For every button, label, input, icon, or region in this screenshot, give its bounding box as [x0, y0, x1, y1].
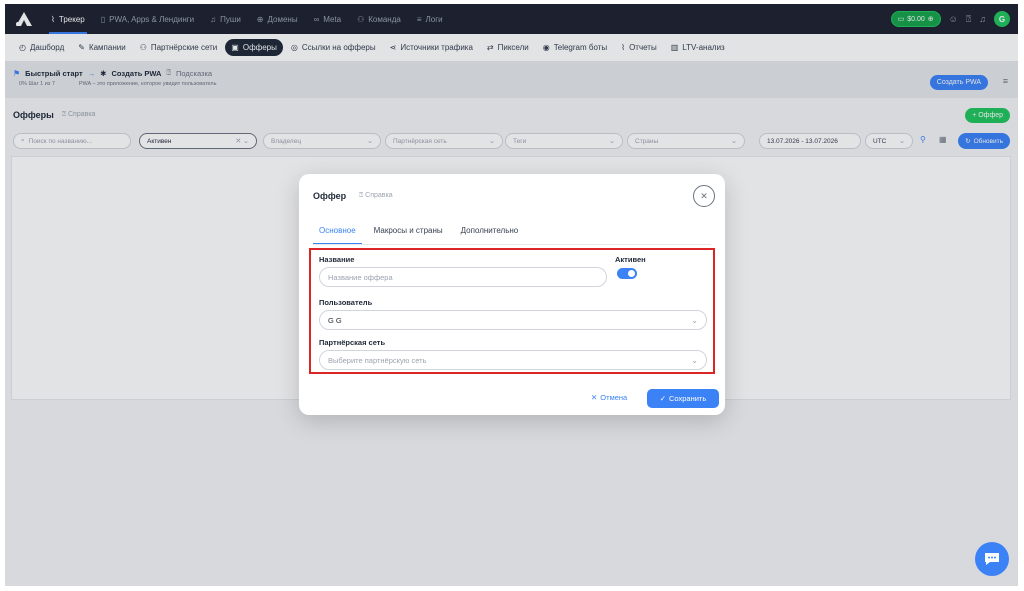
network-select[interactable]: Выберите партнёрскую сеть ⌄ [319, 350, 707, 370]
user-select[interactable]: G G ⌄ [319, 310, 707, 330]
offer-modal: Оффер ⍰ Справка ✕ Основное Макросы и стр… [299, 174, 725, 415]
check-icon: ✓ [659, 394, 666, 403]
active-toggle[interactable] [617, 268, 637, 279]
close-icon: ✕ [591, 393, 598, 402]
modal-title: Оффер [313, 191, 347, 201]
modal-help-link[interactable]: ⍰ Справка [359, 192, 393, 200]
chat-icon [985, 553, 999, 565]
modal-tabs: Основное Макросы и страны Дополнительно [313, 222, 530, 245]
chat-support-button[interactable] [975, 542, 1009, 576]
user-label: Пользователь [319, 298, 373, 307]
tab-main[interactable]: Основное [313, 222, 362, 245]
tab-divider [313, 244, 711, 245]
offer-name-input[interactable]: Название оффера [319, 267, 607, 287]
save-button[interactable]: ✓ Сохранить [647, 389, 719, 408]
tab-macros-countries[interactable]: Макросы и страны [368, 222, 449, 245]
close-icon[interactable]: ✕ [693, 185, 715, 207]
active-label: Активен [615, 255, 646, 264]
network-label: Партнёрская сеть [319, 338, 386, 347]
app-frame: ⌇ Трекер ▯ PWA, Apps & Лендинги ♫ Пуши ⊕ Домены… [5, 4, 1018, 586]
chevron-down-icon: ⌄ [691, 355, 698, 365]
name-label: Название [319, 255, 355, 264]
tab-additional[interactable]: Дополнительно [455, 222, 525, 245]
chevron-down-icon: ⌄ [691, 315, 698, 325]
cancel-button[interactable]: ✕ Отмена [591, 393, 627, 402]
